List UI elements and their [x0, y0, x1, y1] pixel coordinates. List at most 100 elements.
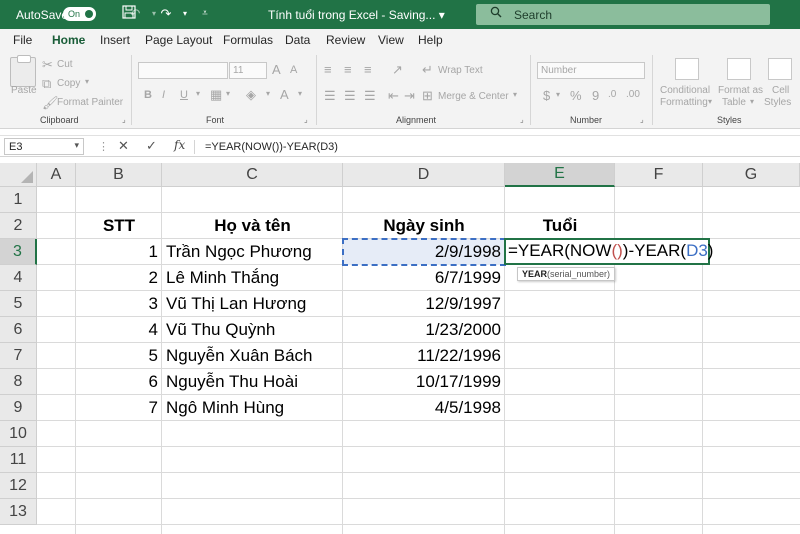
row-header-12[interactable]: 12	[0, 473, 37, 499]
select-all-button[interactable]	[0, 163, 37, 187]
increase-indent-icon[interactable]: ⇥	[404, 89, 415, 103]
comma-button[interactable]: 9	[592, 88, 599, 103]
column-header-c[interactable]: C	[162, 163, 343, 187]
number-launcher-icon[interactable]: ⌟	[640, 115, 644, 124]
underline-dropdown-icon[interactable]: ▾	[196, 89, 200, 98]
stt-cell[interactable]: 5	[76, 343, 162, 369]
tab-file[interactable]: File	[13, 33, 32, 47]
format-as-table-label-1[interactable]: Format as	[718, 85, 763, 96]
tab-view[interactable]: View	[378, 33, 404, 47]
insert-function-button[interactable]: fx	[174, 138, 185, 152]
row-header-5[interactable]: 5	[0, 291, 37, 317]
active-cell-editor[interactable]: =YEAR(NOW())-YEAR(D3)	[504, 238, 713, 265]
header-name[interactable]: Họ và tên	[162, 213, 343, 239]
tab-home[interactable]: Home	[52, 33, 86, 53]
row-header-6[interactable]: 6	[0, 317, 37, 343]
cell-styles-label-1[interactable]: Cell	[772, 85, 789, 96]
tooltip-function-name[interactable]: YEAR	[522, 269, 547, 279]
clipboard-launcher-icon[interactable]: ⌟	[122, 115, 126, 124]
conditional-formatting-label-1[interactable]: Conditional	[660, 85, 710, 96]
decrease-decimal-icon[interactable]: .00	[626, 88, 640, 102]
row-header-1[interactable]: 1	[0, 187, 37, 213]
column-header-g[interactable]: G	[703, 163, 800, 187]
align-left-icon[interactable]: ☰	[324, 89, 336, 103]
cancel-icon[interactable]: ✕	[118, 138, 129, 154]
dob-cell[interactable]: 6/7/1999	[343, 265, 505, 291]
row-header-10[interactable]: 10	[0, 421, 37, 447]
column-header-e[interactable]: E	[505, 163, 615, 187]
redo-icon[interactable]: ↷	[157, 5, 175, 23]
dob-cell-referenced[interactable]: 2/9/1998	[343, 239, 505, 265]
font-launcher-icon[interactable]: ⌟	[304, 115, 308, 124]
name-cell[interactable]: Trần Ngọc Phương	[162, 239, 343, 265]
align-bottom-icon[interactable]: ≡	[364, 63, 372, 77]
function-tooltip[interactable]: YEAR(serial_number)	[517, 267, 616, 281]
table-dropdown-icon[interactable]: ▾	[750, 97, 754, 106]
column-header-a[interactable]: A	[37, 163, 76, 187]
title-chevron-icon[interactable]: ▾	[439, 8, 445, 22]
column-header-d[interactable]: D	[343, 163, 505, 187]
currency-dropdown-icon[interactable]: ▾	[556, 90, 560, 99]
tab-page-layout[interactable]: Page Layout	[145, 33, 212, 47]
name-box-dropdown-icon[interactable]: ▾	[74, 140, 79, 151]
header-age[interactable]: Tuổi	[505, 213, 615, 239]
redo-dropdown-icon[interactable]: ▾	[176, 5, 194, 23]
name-cell[interactable]: Lê Minh Thắng	[162, 265, 343, 291]
format-as-table-label-2[interactable]: Table	[722, 97, 746, 108]
number-format-select[interactable]: Number	[537, 62, 645, 79]
copy-button[interactable]: Copy	[57, 78, 80, 89]
font-size-select[interactable]: 11	[229, 62, 267, 79]
percent-button[interactable]: %	[570, 88, 582, 103]
formula-input[interactable]: =YEAR(NOW())-YEAR(D3)	[194, 140, 800, 154]
name-cell[interactable]: Ngô Minh Hùng	[162, 395, 343, 421]
cut-button[interactable]: Cut	[57, 59, 73, 70]
align-middle-icon[interactable]: ≡	[344, 63, 352, 77]
row-header-13[interactable]: 13	[0, 499, 37, 525]
currency-button[interactable]: $	[543, 88, 550, 103]
underline-button[interactable]: U	[180, 89, 188, 101]
column-header-b[interactable]: B	[76, 163, 162, 187]
stt-cell[interactable]: 2	[76, 265, 162, 291]
name-cell[interactable]: Nguyễn Thu Hoài	[162, 369, 343, 395]
dob-cell[interactable]: 11/22/1996	[343, 343, 505, 369]
dob-cell[interactable]: 1/23/2000	[343, 317, 505, 343]
stt-cell[interactable]: 3	[76, 291, 162, 317]
alignment-launcher-icon[interactable]: ⌟	[520, 115, 524, 124]
dob-cell[interactable]: 12/9/1997	[343, 291, 505, 317]
stt-cell[interactable]: 4	[76, 317, 162, 343]
row-header-2[interactable]: 2	[0, 213, 37, 239]
name-cell[interactable]: Vũ Thu Quỳnh	[162, 317, 343, 343]
dob-cell[interactable]: 4/5/1998	[343, 395, 505, 421]
tab-formulas[interactable]: Formulas	[223, 33, 273, 47]
merge-center-button[interactable]: Merge & Center	[438, 91, 509, 102]
tab-review[interactable]: Review	[326, 33, 365, 47]
align-right-icon[interactable]: ☰	[364, 89, 376, 103]
italic-button[interactable]: I	[162, 89, 165, 101]
stt-cell[interactable]: 1	[76, 239, 162, 265]
cell-styles-label-2[interactable]: Styles	[764, 97, 791, 108]
orientation-icon[interactable]: ↗	[392, 63, 403, 77]
row-header-8[interactable]: 8	[0, 369, 37, 395]
row-header-11[interactable]: 11	[0, 447, 37, 473]
tab-insert[interactable]: Insert	[100, 33, 130, 47]
search-box[interactable]: Search	[476, 4, 770, 25]
fill-dropdown-icon[interactable]: ▾	[266, 89, 270, 98]
enter-icon[interactable]: ✓	[146, 138, 157, 154]
font-color-icon[interactable]: A	[280, 88, 289, 102]
paste-button[interactable]: Paste	[11, 85, 37, 96]
header-dob[interactable]: Ngày sinh	[343, 213, 505, 239]
customize-toolbar-icon[interactable]: ⩡	[196, 5, 214, 23]
increase-decimal-icon[interactable]: .0	[608, 88, 616, 102]
font-color-dropdown-icon[interactable]: ▾	[298, 89, 302, 98]
increase-font-icon[interactable]: A	[272, 62, 281, 77]
dob-cell[interactable]: 10/17/1999	[343, 369, 505, 395]
tab-data[interactable]: Data	[285, 33, 310, 47]
align-top-icon[interactable]: ≡	[324, 63, 332, 77]
font-name-select[interactable]	[138, 62, 228, 79]
column-header-f[interactable]: F	[615, 163, 703, 187]
copy-dropdown-icon[interactable]: ▾	[85, 77, 89, 86]
align-center-icon[interactable]: ☰	[344, 89, 356, 103]
row-header-7[interactable]: 7	[0, 343, 37, 369]
borders-dropdown-icon[interactable]: ▾	[226, 89, 230, 98]
header-stt[interactable]: STT	[76, 213, 162, 239]
